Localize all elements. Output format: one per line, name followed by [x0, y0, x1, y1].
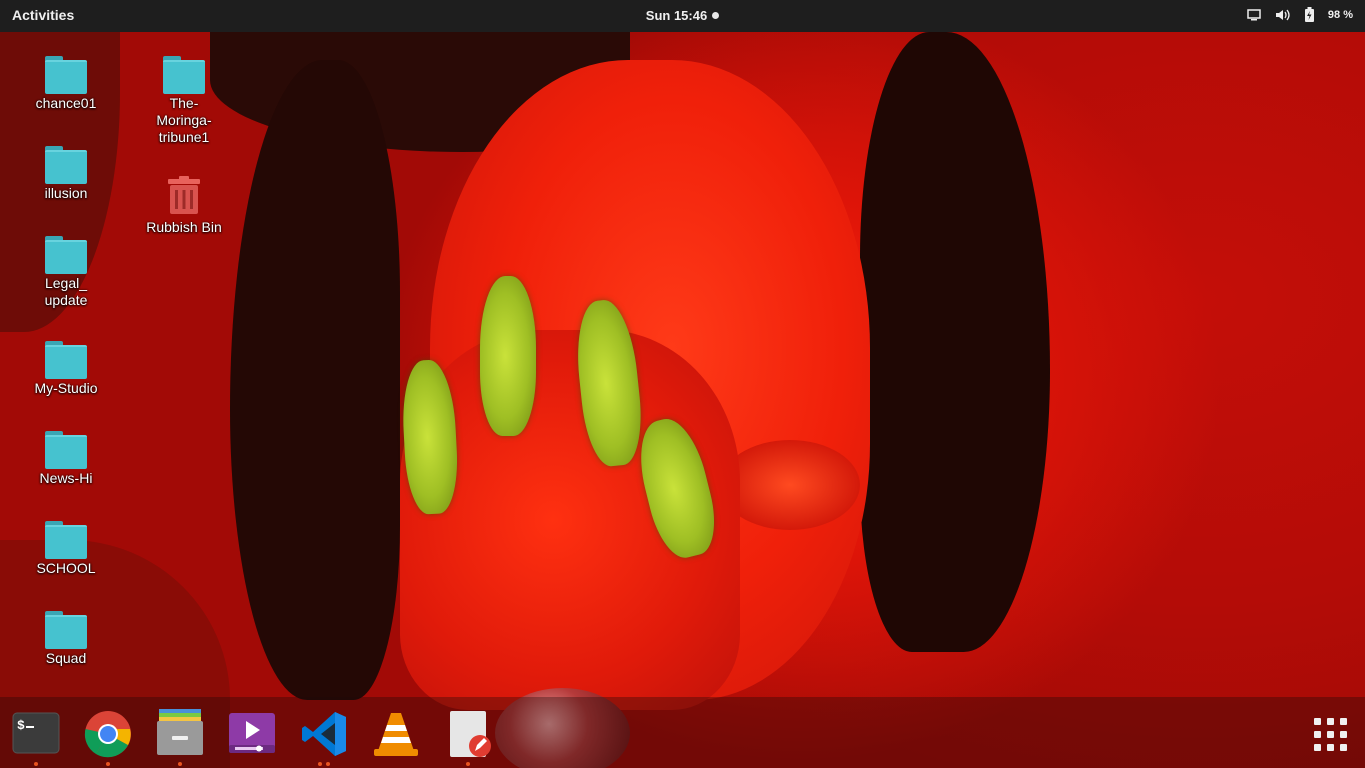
vscode-icon — [302, 712, 346, 756]
desktop-folder-news-hi[interactable]: News-Hi — [16, 431, 116, 487]
text-editor-icon — [450, 711, 491, 757]
running-indicator — [106, 762, 110, 766]
running-indicator — [178, 762, 182, 766]
desktop-folder-chance01[interactable]: chance01 — [16, 56, 116, 112]
running-indicator — [34, 762, 38, 766]
desktop-folder-legal-update[interactable]: Legal_ update — [16, 236, 116, 309]
desktop-icon-label: My-Studio — [34, 380, 98, 396]
running-indicator — [466, 762, 470, 766]
folder-icon — [45, 611, 87, 649]
dock-app-text-editor[interactable] — [443, 709, 493, 759]
dock-app-vscode[interactable] — [299, 709, 349, 759]
desktop-folder-squad[interactable]: Squad — [16, 611, 116, 667]
desktop-icon-label: Squad — [45, 650, 87, 666]
folder-icon — [163, 56, 205, 94]
desktop-icon-label: The-Moringa-tribune1 — [156, 95, 212, 145]
running-indicator — [326, 762, 330, 766]
desktop-icon-label: News-Hi — [39, 470, 93, 486]
folder-icon — [45, 56, 87, 94]
folder-icon — [45, 341, 87, 379]
desktop-icon-label: illusion — [44, 185, 88, 201]
desktop-icon-label: Rubbish Bin — [146, 219, 222, 235]
grid-icon — [1314, 718, 1347, 751]
folder-icon — [45, 236, 87, 274]
show-applications-button[interactable] — [1306, 710, 1356, 760]
video-player-icon — [229, 713, 275, 753]
desktop-folder-school[interactable]: SCHOOL — [16, 521, 116, 577]
desktop-icon-label: SCHOOL — [36, 560, 96, 576]
dock-app-video-player[interactable] — [227, 709, 277, 759]
terminal-icon: $ — [12, 712, 60, 754]
dock-app-vlc[interactable] — [371, 709, 421, 759]
dock-app-terminal[interactable]: $ — [11, 709, 61, 759]
battery-icon — [1304, 7, 1314, 22]
dock-app-chrome[interactable] — [83, 709, 133, 759]
desktop-folder-illusion[interactable]: illusion — [16, 146, 116, 202]
system-tray[interactable]: 98 % — [1247, 7, 1353, 22]
screen-icon — [1247, 8, 1261, 21]
files-icon — [157, 709, 203, 755]
desktop-icon-label: Legal_ update — [44, 275, 88, 308]
desktop-folder-my-studio[interactable]: My-Studio — [16, 341, 116, 397]
chrome-icon — [84, 711, 131, 758]
battery-percentage: 98 % — [1327, 8, 1353, 21]
folder-icon — [45, 521, 87, 559]
volume-icon — [1275, 8, 1291, 22]
top-bar: Activities Sun 15:46 98 % — [0, 0, 1365, 32]
trash-icon — [165, 176, 203, 214]
notification-dot-icon — [712, 12, 720, 19]
desktop-rubbish-bin[interactable]: Rubbish Bin — [134, 176, 234, 236]
clock[interactable]: Sun 15:46 — [0, 8, 1365, 23]
desktop-icon-label: chance01 — [35, 95, 97, 111]
vlc-icon — [374, 713, 418, 756]
svg-text:$: $ — [17, 718, 25, 733]
running-indicator — [318, 762, 322, 766]
folder-icon — [45, 146, 87, 184]
clock-text: Sun 15:46 — [645, 8, 708, 23]
dock-app-files[interactable] — [155, 709, 205, 759]
folder-icon — [45, 431, 87, 469]
desktop-folder-moringa-tribune[interactable]: The-Moringa-tribune1 — [134, 56, 234, 146]
